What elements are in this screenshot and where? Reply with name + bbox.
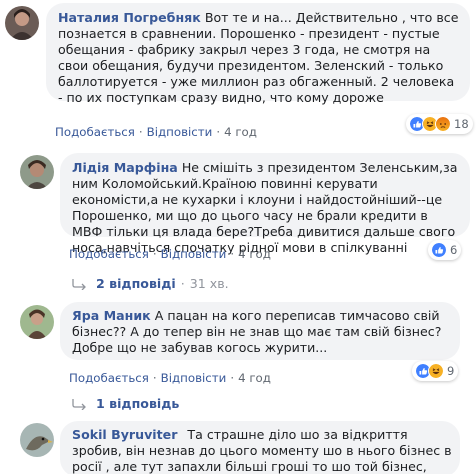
comment-bubble: Наталия Погребняк Вот те и на... Действи… xyxy=(46,3,470,105)
view-replies-link[interactable]: 1 відповідь xyxy=(72,396,179,411)
reply-arrow-icon xyxy=(72,398,86,410)
comment-actions: Подобається · Відповісти · 4 год xyxy=(69,371,271,385)
avatar[interactable] xyxy=(20,305,54,339)
comment-actions: Подобається · Відповісти · 4 год xyxy=(69,247,271,261)
comment-actions: Подобається · Відповісти · 4 год xyxy=(55,125,257,139)
reply-link[interactable]: Відповісти xyxy=(161,247,227,261)
avatar[interactable] xyxy=(20,423,54,457)
reactions-badge[interactable]: 6 xyxy=(428,240,462,260)
reactions-count: 18 xyxy=(454,117,469,131)
replies-time: 31 хв. xyxy=(189,276,229,291)
comment-author[interactable]: Sokil Byruviter xyxy=(72,427,177,442)
reactions-badge[interactable]: 9 xyxy=(412,361,459,381)
reactions-badge[interactable]: 18 xyxy=(406,114,473,134)
comment-bubble: Лідія Марфіна Не смішіть з президентом З… xyxy=(60,153,470,255)
comment-time[interactable]: 4 год xyxy=(238,247,271,261)
reactions-count: 9 xyxy=(447,364,455,378)
avatar[interactable] xyxy=(5,6,39,40)
reactions-count: 6 xyxy=(450,243,458,257)
haha-reaction-icon xyxy=(428,363,444,379)
angry-reaction-icon xyxy=(435,116,451,132)
like-link[interactable]: Подобається xyxy=(69,371,149,385)
reply-link[interactable]: Відповісти xyxy=(147,125,213,139)
replies-count[interactable]: 2 відповіді xyxy=(96,276,176,291)
comment-author[interactable]: Наталия Погребняк xyxy=(58,10,201,25)
reply-arrow-icon xyxy=(72,278,86,290)
comment-bubble: Яра Маник А пацан на кого переписав тимч… xyxy=(60,302,460,360)
replies-count[interactable]: 1 відповідь xyxy=(96,396,179,411)
view-replies-link[interactable]: 2 відповіді · 31 хв. xyxy=(72,276,229,291)
comment-time[interactable]: 4 год xyxy=(238,371,271,385)
like-link[interactable]: Подобається xyxy=(69,247,149,261)
like-reaction-icon xyxy=(431,242,447,258)
comment-bubble: Sokil Byruviter Та страшне діло шо за ві… xyxy=(60,421,460,474)
comment-author[interactable]: Яра Маник xyxy=(72,308,151,323)
avatar[interactable] xyxy=(20,155,54,189)
comment-author[interactable]: Лідія Марфіна xyxy=(72,160,178,175)
comment-time[interactable]: 4 год xyxy=(224,125,257,139)
reply-link[interactable]: Відповісти xyxy=(161,371,227,385)
like-link[interactable]: Подобається xyxy=(55,125,135,139)
